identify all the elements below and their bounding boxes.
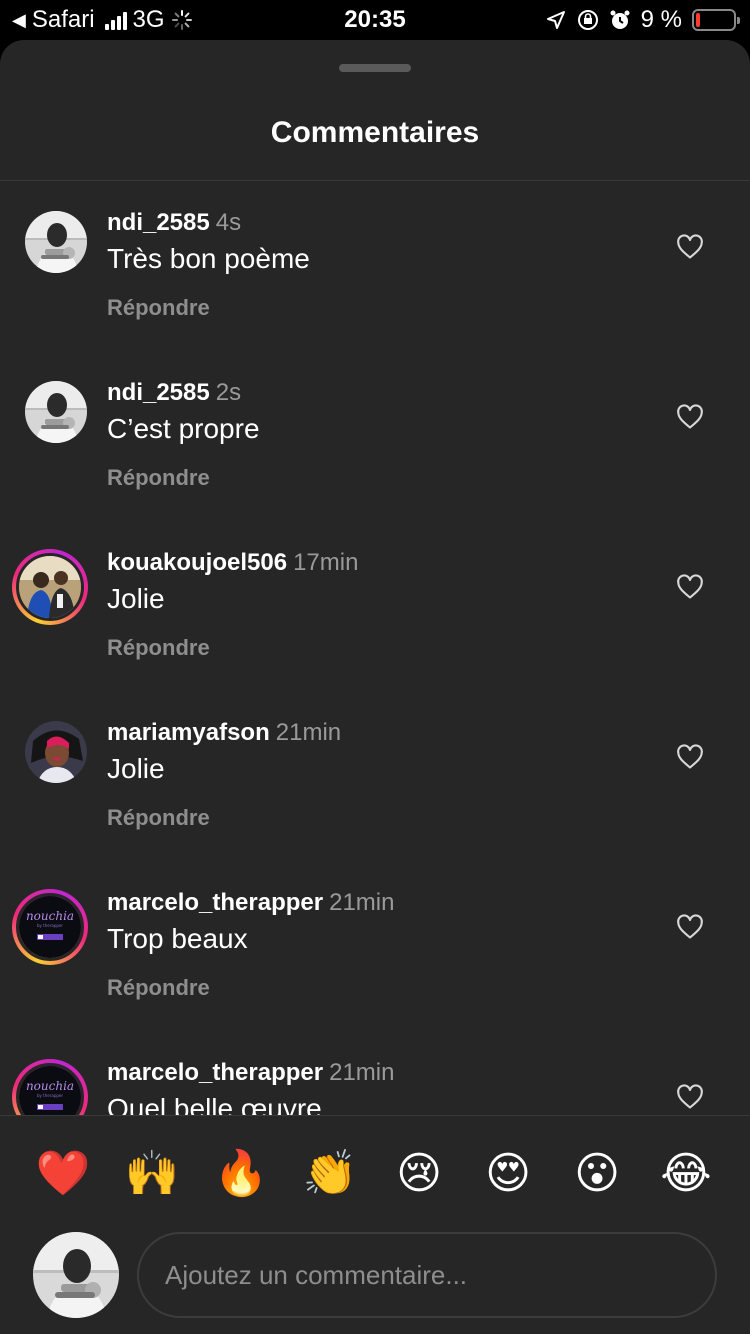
comment-item[interactable]: ndi_2585 2s C’est propre Répondre bbox=[0, 351, 750, 521]
comment-timestamp: 4s bbox=[215, 209, 242, 236]
comment-timestamp: 17min bbox=[293, 549, 359, 576]
battery-level-fill bbox=[696, 13, 701, 27]
comment-username[interactable]: ndi_2585 bbox=[107, 379, 210, 406]
quick-reactions-row: ❤️ 🙌 🔥 👏 😢 😍 😮 😂 bbox=[0, 1144, 750, 1204]
heart-emoji-button[interactable]: ❤️ bbox=[33, 1144, 93, 1204]
like-heart-icon[interactable] bbox=[676, 1083, 704, 1111]
reply-button[interactable]: Répondre bbox=[107, 465, 210, 491]
location-icon bbox=[545, 9, 567, 31]
commenter-avatar[interactable]: nouchia by therapper bbox=[12, 889, 88, 965]
comment-text: Trop beaux bbox=[107, 923, 248, 954]
reply-button[interactable]: Répondre bbox=[107, 975, 210, 1001]
comment-header: marcelo_therapper 21min bbox=[107, 1059, 394, 1087]
commenter-avatar[interactable] bbox=[12, 549, 88, 625]
like-heart-icon[interactable] bbox=[676, 233, 704, 261]
comment-item[interactable]: nouchia by therapper marcelo_therapper 21mi… bbox=[0, 1031, 750, 1115]
like-heart-icon[interactable] bbox=[676, 403, 704, 431]
comment-input[interactable] bbox=[137, 1232, 717, 1318]
comments-list[interactable]: ndi_2585 4s Très bon poème Répondre ndi_2585… bbox=[0, 181, 750, 1115]
comment-text: Jolie bbox=[107, 753, 165, 784]
comment-username[interactable]: marcelo_therapper bbox=[107, 889, 323, 916]
svg-text:by therapper: by therapper bbox=[37, 923, 63, 928]
comment-text: Quel belle œuvre bbox=[107, 1093, 322, 1115]
sheet-title: Commentaires bbox=[270, 116, 480, 149]
battery-icon bbox=[692, 9, 740, 31]
comment-item[interactable]: nouchia by therapper marcelo_therapper 21mi… bbox=[0, 861, 750, 1031]
status-bar-right: 9 % bbox=[545, 6, 740, 34]
reply-button[interactable]: Répondre bbox=[107, 805, 210, 831]
laughing-tears-emoji-button[interactable]: 😂 bbox=[656, 1144, 716, 1204]
comment-header: kouakoujoel506 17min bbox=[107, 549, 358, 577]
comment-item[interactable]: mariamyafson 21min Jolie Répondre bbox=[0, 691, 750, 861]
comment-timestamp: 2s bbox=[215, 379, 242, 406]
commenter-avatar[interactable] bbox=[25, 721, 87, 783]
comment-username[interactable]: ndi_2585 bbox=[107, 209, 210, 236]
orientation-lock-icon bbox=[577, 9, 599, 31]
comment-header: ndi_2585 4s bbox=[107, 209, 241, 237]
comment-item[interactable]: ndi_2585 4s Très bon poème Répondre bbox=[0, 181, 750, 351]
status-bar: ◀ Safari 3G 20:35 9 % bbox=[0, 0, 750, 40]
raising-hands-emoji-button[interactable]: 🙌 bbox=[122, 1144, 182, 1204]
comment-timestamp: 21min bbox=[329, 889, 395, 916]
comment-username[interactable]: marcelo_therapper bbox=[107, 1059, 323, 1086]
comment-item[interactable]: kouakoujoel506 17min Jolie Répondre bbox=[0, 521, 750, 691]
comment-username[interactable]: kouakoujoel506 bbox=[107, 549, 287, 576]
commenter-avatar[interactable] bbox=[25, 381, 87, 443]
comment-timestamp: 21min bbox=[275, 719, 342, 746]
comment-header: ndi_2585 2s bbox=[107, 379, 241, 407]
clapping-hands-emoji-button[interactable]: 👏 bbox=[300, 1144, 360, 1204]
comment-header: mariamyafson 21min bbox=[107, 719, 341, 747]
sheet-grabber-handle[interactable] bbox=[339, 64, 411, 72]
fire-emoji-button[interactable]: 🔥 bbox=[211, 1144, 271, 1204]
svg-text:nouchia: nouchia bbox=[26, 1079, 74, 1093]
like-heart-icon[interactable] bbox=[676, 573, 704, 601]
like-heart-icon[interactable] bbox=[676, 913, 704, 941]
svg-text:nouchia: nouchia bbox=[26, 909, 74, 923]
surprised-face-emoji-button[interactable]: 😮 bbox=[567, 1144, 627, 1204]
reply-button[interactable]: Répondre bbox=[107, 295, 210, 321]
commenter-avatar[interactable]: nouchia by therapper bbox=[12, 1059, 88, 1115]
comment-text: C’est propre bbox=[107, 413, 260, 444]
comment-username[interactable]: mariamyafson bbox=[107, 719, 270, 746]
comment-composer-bar: ❤️ 🙌 🔥 👏 😢 😍 😮 😂 bbox=[0, 1115, 750, 1334]
comment-text: Jolie bbox=[107, 583, 165, 614]
comment-header: marcelo_therapper 21min bbox=[107, 889, 394, 917]
alarm-icon bbox=[609, 9, 631, 31]
like-heart-icon[interactable] bbox=[676, 743, 704, 771]
heart-eyes-emoji-button[interactable]: 😍 bbox=[478, 1144, 538, 1204]
reply-button[interactable]: Répondre bbox=[107, 635, 210, 661]
battery-percent: 9 % bbox=[640, 6, 682, 33]
current-user-avatar bbox=[33, 1232, 119, 1318]
crying-face-emoji-button[interactable]: 😢 bbox=[389, 1144, 449, 1204]
commenter-avatar[interactable] bbox=[25, 211, 87, 273]
svg-text:by therapper: by therapper bbox=[37, 1093, 63, 1098]
comment-text: Très bon poème bbox=[107, 243, 310, 274]
comments-sheet: Commentaires ndi_2585 4s Très bon poème Rép… bbox=[0, 40, 750, 1334]
comment-timestamp: 21min bbox=[329, 1059, 395, 1086]
